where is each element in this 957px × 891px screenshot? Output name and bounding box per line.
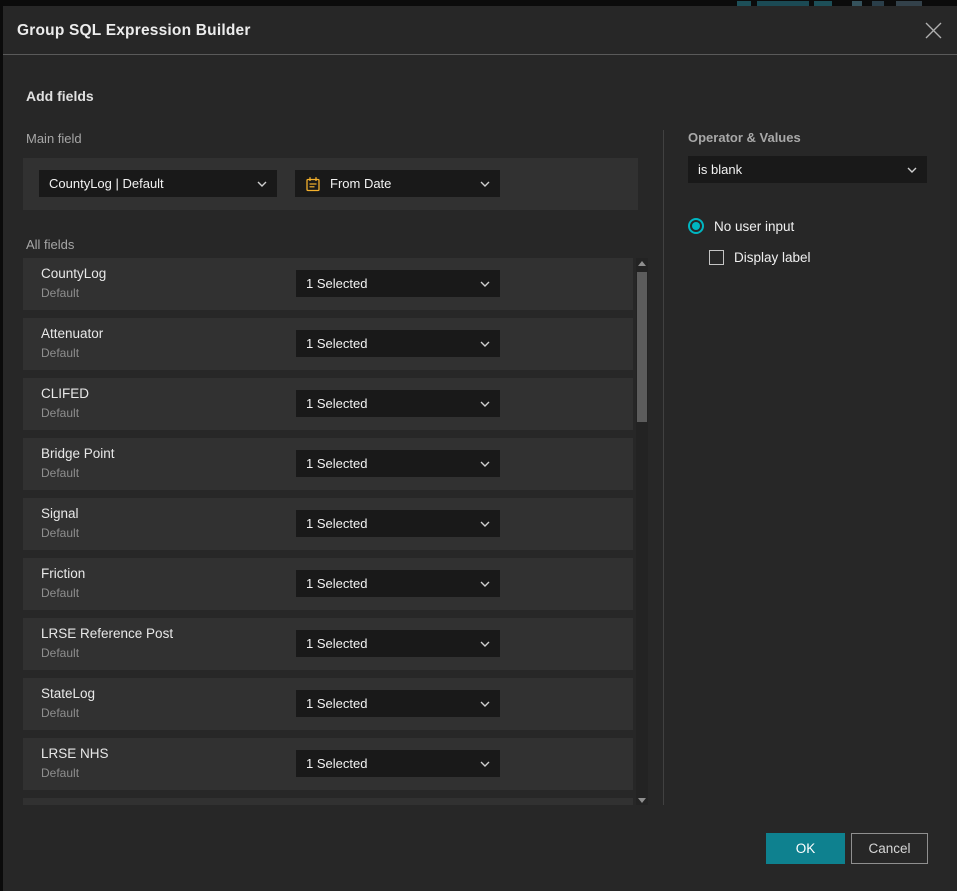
field-subtitle: Default <box>41 706 79 720</box>
radio-selected-icon <box>688 218 704 234</box>
field-selected-dropdown[interactable]: 1 Selected <box>296 570 500 597</box>
field-selected-value: 1 Selected <box>306 576 472 591</box>
list-row-partial <box>23 798 633 805</box>
field-selected-value: 1 Selected <box>306 756 472 771</box>
no-user-input-radio[interactable]: No user input <box>688 218 794 234</box>
field-selected-value: 1 Selected <box>306 636 472 651</box>
chevron-down-icon <box>480 341 490 347</box>
field-selected-dropdown[interactable]: 1 Selected <box>296 690 500 717</box>
operator-values-heading: Operator & Values <box>688 130 927 145</box>
field-name: LRSE Reference Post <box>41 626 173 641</box>
chevron-down-icon <box>480 281 490 287</box>
main-field-source-dropdown[interactable]: CountyLog | Default <box>39 170 277 197</box>
scroll-up-icon[interactable] <box>636 258 648 268</box>
all-fields-label: All fields <box>26 237 74 252</box>
field-subtitle: Default <box>41 586 79 600</box>
field-selected-value: 1 Selected <box>306 336 472 351</box>
field-selected-dropdown[interactable]: 1 Selected <box>296 450 500 477</box>
field-subtitle: Default <box>41 466 79 480</box>
field-name: Attenuator <box>41 326 103 341</box>
field-list-row: Bridge Point Default 1 Selected <box>23 438 633 490</box>
field-name: Signal <box>41 506 79 521</box>
display-label-checkbox[interactable]: Display label <box>709 250 811 265</box>
cancel-button[interactable]: Cancel <box>851 833 928 864</box>
field-list-row: LRSE NHS Default 1 Selected <box>23 738 633 790</box>
chevron-down-icon <box>480 461 490 467</box>
field-list-row: Friction Default 1 Selected <box>23 558 633 610</box>
field-selected-dropdown[interactable]: 1 Selected <box>296 330 500 357</box>
field-list-row: CLIFED Default 1 Selected <box>23 378 633 430</box>
ok-button[interactable]: OK <box>766 833 845 864</box>
field-selected-value: 1 Selected <box>306 276 472 291</box>
field-selected-value: 1 Selected <box>306 696 472 711</box>
all-fields-list: CountyLog Default 1 Selected Attenuator … <box>23 258 635 805</box>
calendar-icon <box>305 176 321 192</box>
field-selected-value: 1 Selected <box>306 516 472 531</box>
add-fields-heading: Add fields <box>26 88 94 104</box>
operator-value: is blank <box>698 162 899 177</box>
field-name: Bridge Point <box>41 446 115 461</box>
vertical-divider <box>663 130 664 805</box>
field-subtitle: Default <box>41 646 79 660</box>
main-field-date-value: From Date <box>330 176 472 191</box>
checkbox-unchecked-icon <box>709 250 724 265</box>
field-list-row: StateLog Default 1 Selected <box>23 678 633 730</box>
operator-dropdown[interactable]: is blank <box>688 156 927 183</box>
field-selected-dropdown[interactable]: 1 Selected <box>296 390 500 417</box>
main-field-panel: CountyLog | Default From Date <box>23 158 638 210</box>
field-subtitle: Default <box>41 406 79 420</box>
chevron-down-icon <box>480 761 490 767</box>
field-name: CLIFED <box>41 386 89 401</box>
main-field-label: Main field <box>26 131 82 146</box>
field-list-row: Attenuator Default 1 Selected <box>23 318 633 370</box>
close-icon[interactable] <box>923 20 943 40</box>
chevron-down-icon <box>257 181 267 187</box>
chevron-down-icon <box>480 581 490 587</box>
field-list-row: Signal Default 1 Selected <box>23 498 633 550</box>
scrollbar-thumb[interactable] <box>637 272 647 422</box>
field-selected-dropdown[interactable]: 1 Selected <box>296 510 500 537</box>
no-user-input-label: No user input <box>714 219 794 234</box>
display-label-label: Display label <box>734 250 811 265</box>
dialog-header: Group SQL Expression Builder <box>3 6 957 55</box>
group-sql-expression-builder-dialog: Group SQL Expression Builder Add fields … <box>3 6 957 891</box>
field-subtitle: Default <box>41 766 79 780</box>
field-list-row: LRSE Reference Post Default 1 Selected <box>23 618 633 670</box>
field-list-row: CountyLog Default 1 Selected <box>23 258 633 310</box>
field-selected-dropdown[interactable]: 1 Selected <box>296 750 500 777</box>
field-name: CountyLog <box>41 266 106 281</box>
main-field-source-value: CountyLog | Default <box>49 176 249 191</box>
field-selected-dropdown[interactable]: 1 Selected <box>296 630 500 657</box>
chevron-down-icon <box>480 181 490 187</box>
chevron-down-icon <box>480 521 490 527</box>
field-selected-value: 1 Selected <box>306 456 472 471</box>
field-name: Friction <box>41 566 85 581</box>
list-scrollbar[interactable] <box>636 258 648 805</box>
main-field-date-dropdown[interactable]: From Date <box>295 170 500 197</box>
field-selected-dropdown[interactable]: 1 Selected <box>296 270 500 297</box>
chevron-down-icon <box>907 167 917 173</box>
operator-values-panel: Operator & Values is blank No user input… <box>688 130 927 145</box>
dialog-title: Group SQL Expression Builder <box>17 6 251 55</box>
field-subtitle: Default <box>41 346 79 360</box>
field-selected-value: 1 Selected <box>306 396 472 411</box>
chevron-down-icon <box>480 641 490 647</box>
scroll-down-icon[interactable] <box>636 795 648 805</box>
field-name: LRSE NHS <box>41 746 109 761</box>
field-subtitle: Default <box>41 526 79 540</box>
chevron-down-icon <box>480 401 490 407</box>
field-subtitle: Default <box>41 286 79 300</box>
chevron-down-icon <box>480 701 490 707</box>
field-name: StateLog <box>41 686 95 701</box>
